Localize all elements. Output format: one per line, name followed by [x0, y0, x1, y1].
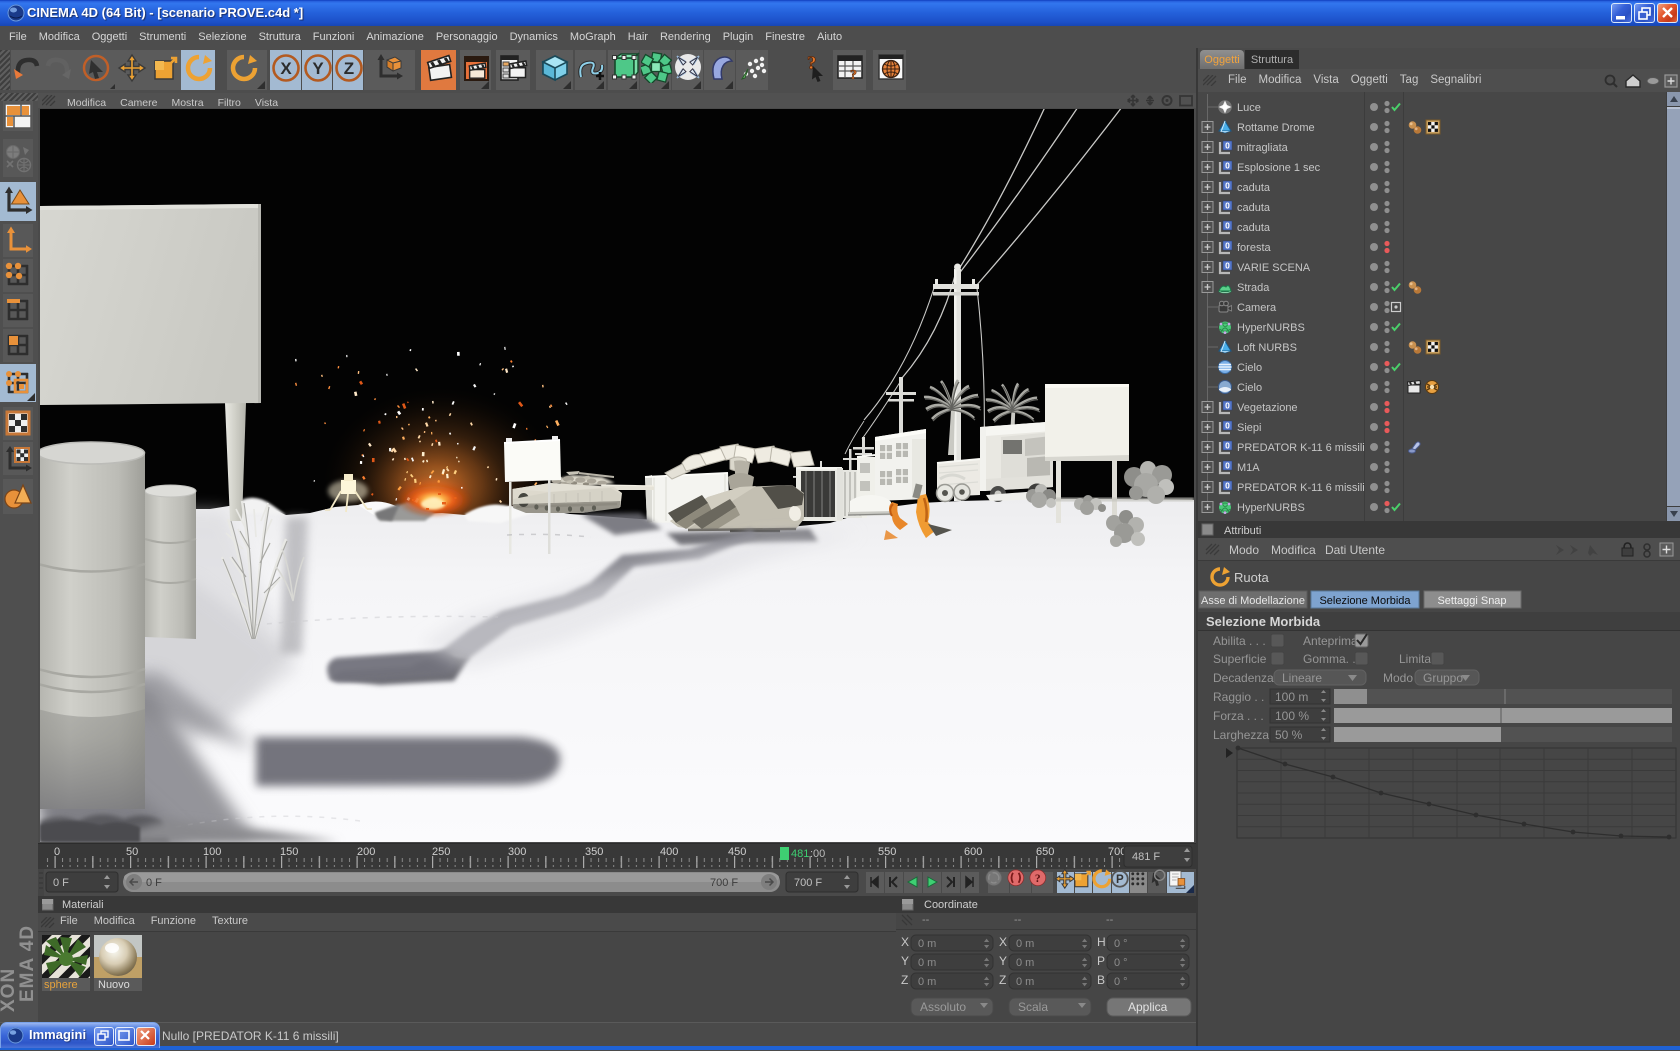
svg-text:P: P: [1097, 954, 1105, 968]
svg-text:X: X: [999, 935, 1007, 949]
svg-text:Y: Y: [999, 954, 1007, 968]
svg-text:100 %: 100 %: [1275, 709, 1309, 723]
svg-text:481 F: 481 F: [1132, 851, 1160, 863]
svg-text:Dati Utente: Dati Utente: [1325, 543, 1385, 557]
svg-text:Luce: Luce: [1237, 102, 1261, 114]
svg-text:Decadenza: Decadenza: [1213, 671, 1274, 685]
svg-text:caduta: caduta: [1237, 222, 1271, 234]
svg-text:Cielo: Cielo: [1237, 382, 1262, 394]
svg-text:Raggio . .: Raggio . .: [1213, 690, 1264, 704]
svg-text:HyperNURBS: HyperNURBS: [1237, 322, 1305, 334]
svg-text:50 %: 50 %: [1275, 728, 1303, 742]
svg-text:X: X: [901, 935, 909, 949]
svg-text:--: --: [1106, 914, 1114, 926]
svg-text:Larghezza: Larghezza: [1213, 728, 1269, 742]
svg-text:350: 350: [585, 846, 603, 858]
svg-text:Applica: Applica: [1128, 1000, 1168, 1014]
svg-text:Scala: Scala: [1018, 1000, 1048, 1014]
svg-text:Y: Y: [901, 954, 909, 968]
svg-text:100 m: 100 m: [1275, 690, 1308, 704]
svg-text:Lineare: Lineare: [1282, 671, 1322, 685]
svg-text:700 F: 700 F: [710, 877, 738, 889]
svg-text:100: 100: [203, 846, 221, 858]
svg-text:Abilita . . .: Abilita . . .: [1213, 634, 1266, 648]
svg-text:H: H: [1097, 935, 1106, 949]
svg-text:700 F: 700 F: [794, 877, 822, 889]
svg-text:VARIE SCENA: VARIE SCENA: [1237, 262, 1311, 274]
svg-text:Gomma. .: Gomma. .: [1303, 652, 1356, 666]
svg-text:0 F: 0 F: [53, 877, 69, 889]
svg-text:0 F: 0 F: [146, 877, 162, 889]
svg-text:Selezione Morbida: Selezione Morbida: [1206, 614, 1321, 629]
svg-text:PREDATOR K-11 6 missili: PREDATOR K-11 6 missili: [1237, 482, 1365, 494]
svg-text:Forza . . .: Forza . . .: [1213, 709, 1264, 723]
svg-text:Assoluto: Assoluto: [920, 1000, 966, 1014]
svg-text:--: --: [1014, 914, 1022, 926]
svg-text:caduta: caduta: [1237, 202, 1271, 214]
svg-text:Settaggi Snap: Settaggi Snap: [1437, 595, 1506, 607]
svg-text:Ruota: Ruota: [1234, 570, 1269, 585]
svg-text:M1A: M1A: [1237, 462, 1260, 474]
svg-text:0 °: 0 °: [1114, 976, 1128, 988]
svg-text:250: 250: [432, 846, 450, 858]
svg-text:sphere: sphere: [44, 979, 78, 991]
svg-text:Loft NURBS: Loft NURBS: [1237, 342, 1297, 354]
svg-text:600: 600: [964, 846, 982, 858]
svg-text:caduta: caduta: [1237, 182, 1271, 194]
svg-text:0 m: 0 m: [1016, 957, 1034, 969]
svg-text:Modo: Modo: [1229, 543, 1259, 557]
svg-text:200: 200: [357, 846, 375, 858]
svg-text:0 m: 0 m: [1016, 938, 1034, 950]
svg-text:B: B: [1097, 973, 1105, 987]
svg-text:Modo: Modo: [1383, 671, 1413, 685]
svg-text:0 m: 0 m: [918, 976, 936, 988]
svg-text:0: 0: [54, 846, 60, 858]
svg-text:Anteprima: Anteprima: [1303, 634, 1358, 648]
svg-text:Rottame Drome: Rottame Drome: [1237, 122, 1315, 134]
svg-text:0 m: 0 m: [918, 938, 936, 950]
svg-text:Esplosione 1 sec: Esplosione 1 sec: [1237, 162, 1321, 174]
svg-text:550: 550: [878, 846, 896, 858]
svg-text:0 °: 0 °: [1114, 957, 1128, 969]
svg-text:0 m: 0 m: [1016, 976, 1034, 988]
svg-text:450: 450: [728, 846, 746, 858]
svg-text:Siepi: Siepi: [1237, 422, 1261, 434]
svg-text:300: 300: [508, 846, 526, 858]
svg-text:Z: Z: [999, 973, 1006, 987]
svg-text:Superficie: Superficie: [1213, 652, 1267, 666]
svg-text:--: --: [922, 914, 930, 926]
svg-text:Strada: Strada: [1237, 282, 1270, 294]
svg-text:0 m: 0 m: [918, 957, 936, 969]
svg-text:Gruppo: Gruppo: [1423, 671, 1463, 685]
svg-text:Nuovo: Nuovo: [98, 979, 130, 991]
svg-text:0 °: 0 °: [1114, 938, 1128, 950]
svg-text:Cielo: Cielo: [1237, 362, 1262, 374]
svg-text:400: 400: [660, 846, 678, 858]
svg-text:mitragliata: mitragliata: [1237, 142, 1289, 154]
svg-text:Camera: Camera: [1237, 302, 1277, 314]
svg-text:Modifica: Modifica: [1271, 543, 1316, 557]
svg-text::00: :00: [810, 848, 825, 860]
svg-text:Selezione Morbida: Selezione Morbida: [1319, 595, 1411, 607]
svg-text:481: 481: [791, 848, 809, 860]
svg-text:650: 650: [1036, 846, 1054, 858]
svg-text:Vegetazione: Vegetazione: [1237, 402, 1298, 414]
svg-text:PREDATOR K-11 6 missili: PREDATOR K-11 6 missili: [1237, 442, 1365, 454]
svg-text:foresta: foresta: [1237, 242, 1272, 254]
svg-text:50: 50: [126, 846, 138, 858]
svg-text:HyperNURBS: HyperNURBS: [1237, 502, 1305, 514]
svg-text:Z: Z: [901, 973, 908, 987]
svg-text:150: 150: [280, 846, 298, 858]
svg-text:Attributi: Attributi: [1224, 525, 1261, 537]
svg-text:Asse di Modellazione: Asse di Modellazione: [1201, 595, 1305, 607]
svg-text:Limita: Limita: [1399, 652, 1431, 666]
